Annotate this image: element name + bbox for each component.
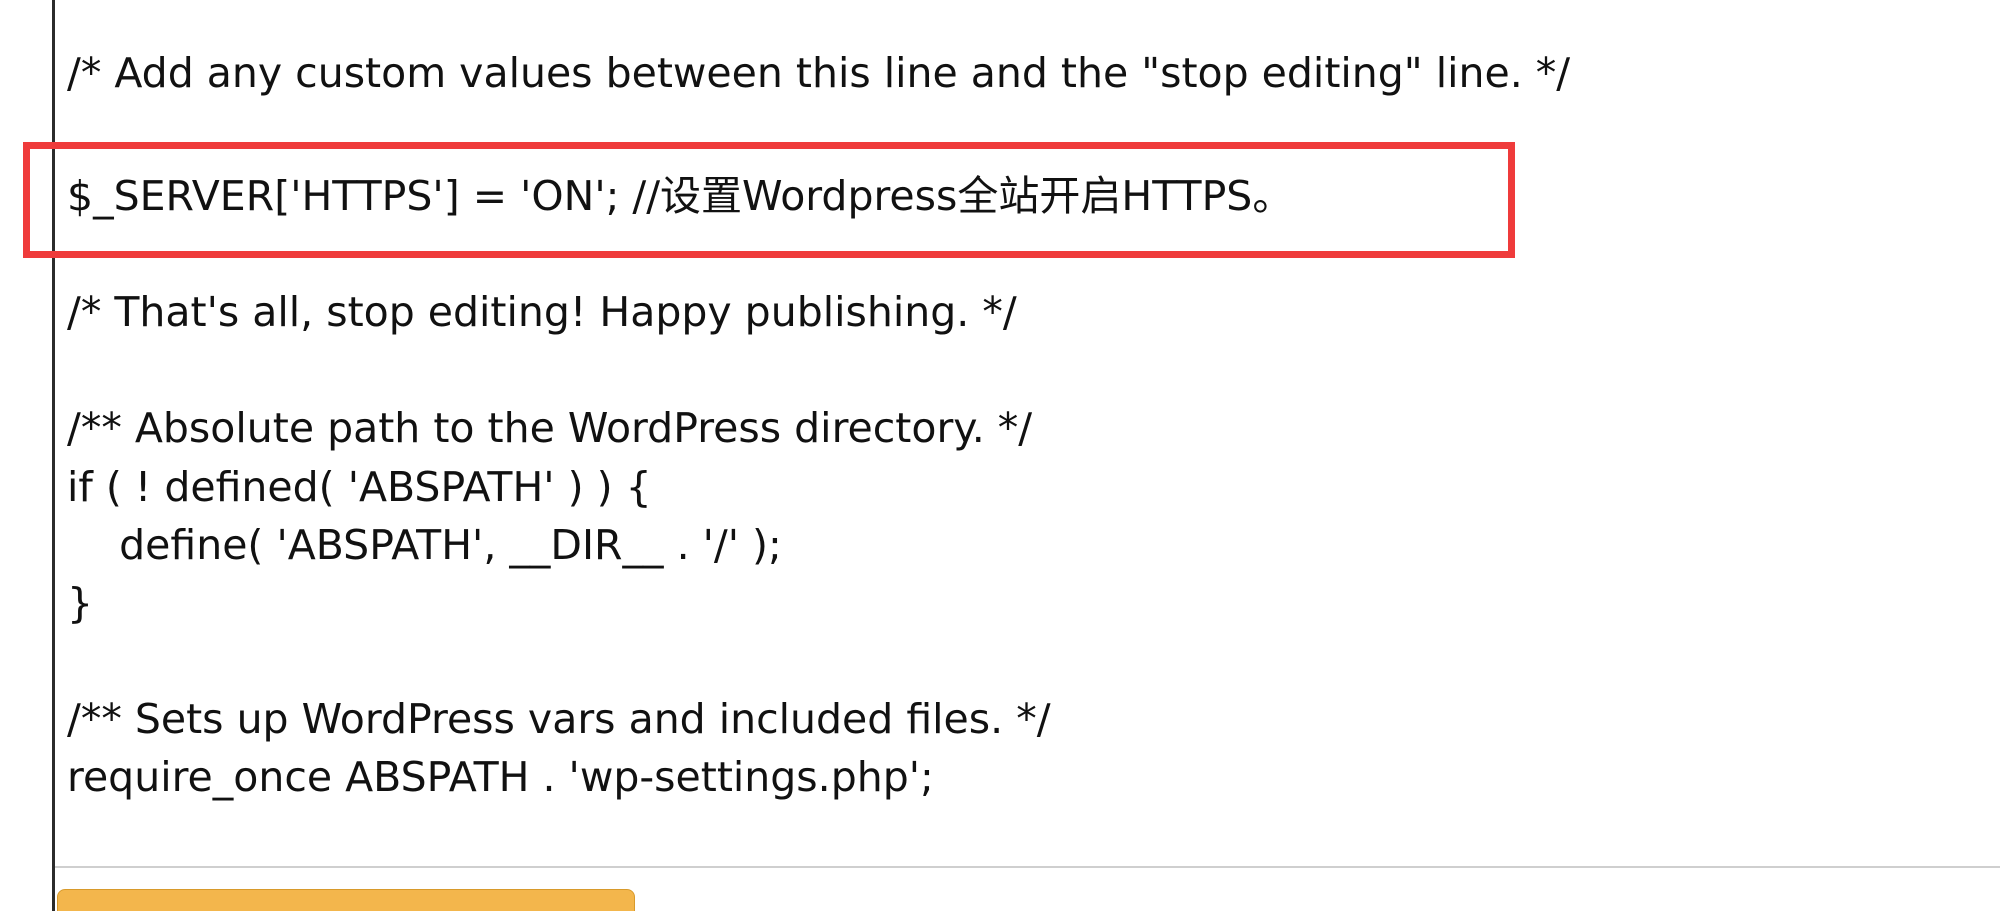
- submit-button[interactable]: [57, 889, 635, 911]
- code-line-if-defined[interactable]: if ( ! defined( 'ABSPATH' ) ) {: [67, 458, 652, 516]
- code-line-abspath-comment[interactable]: /** Absolute path to the WordPress direc…: [67, 399, 1032, 457]
- code-line-require-settings[interactable]: require_once ABSPATH . 'wp-settings.php'…: [67, 748, 934, 806]
- code-editor[interactable]: /* Add any custom values between this li…: [55, 0, 2000, 866]
- code-line-close-brace[interactable]: }: [67, 574, 93, 632]
- editor-bottom-divider: [55, 866, 2000, 868]
- code-line-setup-comment[interactable]: /** Sets up WordPress vars and included …: [67, 690, 1051, 748]
- code-line-https-setting[interactable]: $_SERVER['HTTPS'] = 'ON'; //设置Wordpress全…: [67, 167, 1293, 225]
- code-editor-screenshot: /* Add any custom values between this li…: [0, 0, 2000, 911]
- code-line-define-abspath[interactable]: define( 'ABSPATH', __DIR__ . '/' );: [67, 516, 782, 574]
- code-line-stop-editing-comment[interactable]: /* That's all, stop editing! Happy publi…: [67, 283, 1017, 341]
- code-line-custom-values-comment[interactable]: /* Add any custom values between this li…: [67, 44, 1570, 102]
